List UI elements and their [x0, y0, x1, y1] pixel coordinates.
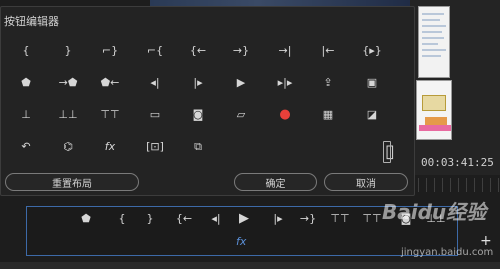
dialog-title: 按钮编辑器 — [4, 15, 59, 28]
timecode-display: 00:03:41:25 — [421, 156, 494, 169]
comment-icon[interactable]: ▱ — [230, 105, 252, 123]
insert-icon[interactable]: ⊤⊤ — [99, 105, 121, 123]
vr-icon[interactable]: ⌬ — [57, 137, 79, 155]
document-thumbnail — [418, 6, 450, 78]
transport-play-icon[interactable]: ▶ — [233, 209, 255, 227]
add-marker-icon[interactable]: ⬟ — [15, 73, 37, 91]
status-strip — [0, 262, 500, 269]
diagram-thumbnail — [416, 80, 452, 140]
transport-mark-out-icon[interactable]: } — [139, 209, 161, 227]
cancel-button[interactable]: 取消 — [324, 173, 408, 191]
export-frame-icon[interactable]: ⇪ — [317, 73, 339, 91]
mark-in-icon[interactable]: { — [15, 41, 37, 59]
transport-mark-in-icon[interactable]: { — [111, 209, 133, 227]
go-to-in-icon[interactable]: {← — [187, 41, 209, 59]
ok-button[interactable]: 确定 — [234, 173, 317, 191]
transport-step-forward-icon[interactable]: |▸ — [267, 209, 289, 227]
proxy-toggle-icon[interactable]: ⧉ — [187, 137, 209, 155]
extract-icon[interactable]: ⊥⊥ — [57, 105, 79, 123]
transport-add-marker-icon[interactable]: ⬟ — [75, 209, 97, 227]
play-around-icon[interactable]: ▸|▸ — [274, 73, 296, 91]
safe-margins-icon[interactable]: ▭ — [144, 105, 166, 123]
overwrite-icon[interactable]: ▣ — [361, 73, 383, 91]
fx-toggle-button[interactable]: fx — [236, 235, 246, 248]
transport-go-to-in-icon[interactable]: {← — [173, 209, 195, 227]
multi-camera-icon[interactable]: ▦ — [317, 105, 339, 123]
transport-go-to-out-icon[interactable]: →} — [297, 209, 319, 227]
scroll-slot[interactable] — [383, 141, 391, 163]
go-to-out-icon[interactable]: →} — [230, 41, 252, 59]
transport-overwrite-icon[interactable]: ⊤⊤ — [361, 209, 383, 227]
transport-step-back-icon[interactable]: ◂| — [205, 209, 227, 227]
prev-marker-icon[interactable]: ⬟← — [99, 73, 121, 91]
mark-clip-end-icon[interactable]: ⌐} — [99, 41, 121, 59]
button-editor-dialog: 按钮编辑器 {} ⌐} ⌐{{← →} →| |← {▸} ⬟ →⬟ ⬟← ◂| |▸ ▶ ▸|▸ ⇪ ▣ ⊥ ⊥… — [0, 6, 415, 196]
watermark-logo: Baidu经验 — [382, 200, 487, 224]
play-icon[interactable]: ▶ — [230, 73, 252, 91]
lift-icon[interactable]: ⊥ — [15, 105, 37, 123]
mark-clip-icon[interactable]: ⌐{ — [144, 41, 166, 59]
comparison-view-icon[interactable]: ◪ — [361, 105, 383, 123]
fx-icon[interactable]: fx — [99, 137, 121, 155]
play-in-to-out-icon[interactable]: {▸} — [361, 41, 383, 59]
camera-icon[interactable]: ◙ — [187, 105, 209, 123]
transport-insert-icon[interactable]: ⊤⊤ — [329, 209, 351, 227]
step-forward-icon[interactable]: |▸ — [187, 73, 209, 91]
reset-layout-button[interactable]: 重置布局 — [5, 173, 139, 191]
mark-out-icon[interactable]: } — [57, 41, 79, 59]
record-icon[interactable]: ● — [274, 105, 296, 123]
loop-icon[interactable]: ↶ — [15, 137, 37, 155]
watermark-site: jingyan.baidu.com — [401, 247, 494, 258]
step-back-icon[interactable]: ◂| — [144, 73, 166, 91]
trim-icon[interactable]: [⊡] — [144, 137, 166, 155]
next-marker-icon[interactable]: →⬟ — [57, 73, 79, 91]
timeline-ruler — [418, 178, 500, 192]
go-to-next-edit-icon[interactable]: →| — [274, 41, 296, 59]
go-to-prev-edit-icon[interactable]: |← — [317, 41, 339, 59]
